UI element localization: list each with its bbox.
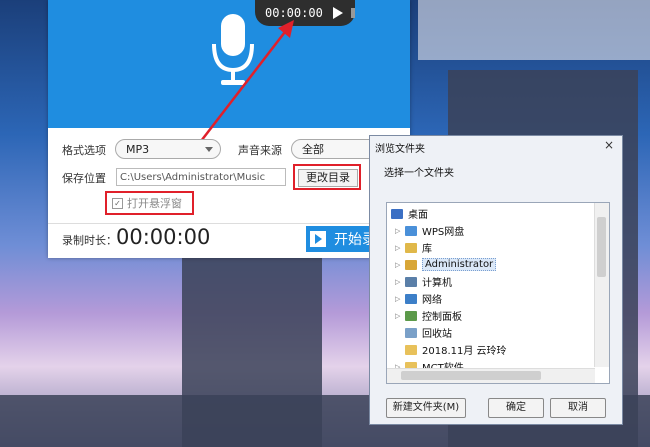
- tree-item-label: 库: [422, 244, 432, 255]
- tree-item-administrator[interactable]: ▷ Administrator: [395, 256, 497, 273]
- folder-icon: [405, 344, 417, 355]
- change-directory-highlight: 更改目录: [293, 164, 361, 190]
- tree-item-label: 控制面板: [422, 312, 462, 323]
- expand-icon[interactable]: ▷: [395, 312, 403, 320]
- background-window: [418, 0, 650, 60]
- folder-tree[interactable]: 桌面 ▷ WPS网盘 ▷ 库 ▷ Administrator ▷ 计算机 ▷ 网…: [386, 202, 610, 384]
- duration-display: 00:00:00: [116, 225, 211, 249]
- float-window-label: 打开悬浮窗: [127, 197, 182, 210]
- change-directory-button[interactable]: 更改目录: [298, 169, 358, 187]
- dialog-title: 浏览文件夹: [375, 144, 425, 155]
- tree-item-desktop[interactable]: 桌面: [391, 205, 428, 222]
- library-icon: [405, 242, 417, 253]
- save-location-label: 保存位置: [62, 172, 106, 185]
- tree-item-library[interactable]: ▷ 库: [395, 239, 432, 256]
- play-icon: [310, 231, 326, 247]
- tree-item-control-panel[interactable]: ▷ 控制面板: [395, 307, 462, 324]
- recycle-bin-icon: [405, 327, 417, 338]
- tree-item-wps-cloud[interactable]: ▷ WPS网盘: [395, 222, 464, 239]
- user-folder-icon: [405, 259, 417, 270]
- tree-item-label: 2018.11月 云玲玲: [422, 346, 507, 357]
- tree-item-label: 回收站: [422, 329, 452, 340]
- close-icon[interactable]: ×: [604, 138, 614, 152]
- dialog-prompt: 选择一个文件夹: [384, 168, 454, 179]
- source-label: 声音来源: [238, 144, 282, 157]
- network-icon: [405, 293, 417, 304]
- tree-item-label: WPS网盘: [422, 227, 465, 238]
- tree-item-label: 桌面: [408, 210, 428, 221]
- divider: [48, 223, 410, 224]
- expand-icon[interactable]: ▷: [395, 278, 403, 286]
- browse-folder-dialog: 浏览文件夹 × 选择一个文件夹 桌面 ▷ WPS网盘 ▷ 库 ▷ Adminis…: [369, 135, 623, 425]
- tree-item-computer[interactable]: ▷ 计算机: [395, 273, 452, 290]
- scroll-thumb[interactable]: [597, 217, 606, 277]
- desktop-icon: [391, 208, 403, 219]
- source-select-value: 全部: [302, 143, 324, 156]
- tree-item-network[interactable]: ▷ 网络: [395, 290, 442, 307]
- cancel-button[interactable]: 取消: [550, 398, 606, 418]
- vertical-scrollbar[interactable]: [594, 203, 609, 367]
- tree-item-label: 计算机: [422, 278, 452, 289]
- cloud-icon: [405, 225, 417, 236]
- float-window-checkbox[interactable]: ✓: [112, 197, 123, 209]
- new-folder-button[interactable]: 新建文件夹(M): [386, 398, 466, 418]
- tree-item-label: 网络: [422, 295, 442, 306]
- computer-icon: [405, 276, 417, 287]
- tree-item-folder-2018[interactable]: 2018.11月 云玲玲: [405, 341, 507, 358]
- horizontal-scrollbar[interactable]: [387, 368, 595, 383]
- format-label: 格式选项: [62, 144, 106, 157]
- tree-item-recycle-bin[interactable]: 回收站: [405, 324, 452, 341]
- expand-icon[interactable]: ▷: [395, 227, 403, 235]
- float-window-highlight: ✓ 打开悬浮窗: [105, 191, 194, 215]
- annotation-arrow: [197, 20, 294, 146]
- duration-label: 录制时长：: [62, 234, 117, 247]
- recorder-window: 00:00:00 格式选项 MP3 声音来源 全部 保存位置 C:\Users\…: [48, 0, 410, 258]
- expand-icon[interactable]: ▷: [395, 261, 403, 269]
- tree-item-label: Administrator: [422, 258, 497, 271]
- format-select[interactable]: MP3: [115, 139, 221, 159]
- expand-icon[interactable]: ▷: [395, 295, 403, 303]
- chevron-down-icon: [205, 147, 213, 152]
- expand-icon[interactable]: ▷: [395, 244, 403, 252]
- scroll-thumb[interactable]: [401, 371, 541, 380]
- control-panel-icon: [405, 310, 417, 321]
- format-select-value: MP3: [126, 143, 150, 156]
- ok-button[interactable]: 确定: [488, 398, 544, 418]
- save-path-field[interactable]: C:\Users\Administrator\Music: [116, 168, 286, 186]
